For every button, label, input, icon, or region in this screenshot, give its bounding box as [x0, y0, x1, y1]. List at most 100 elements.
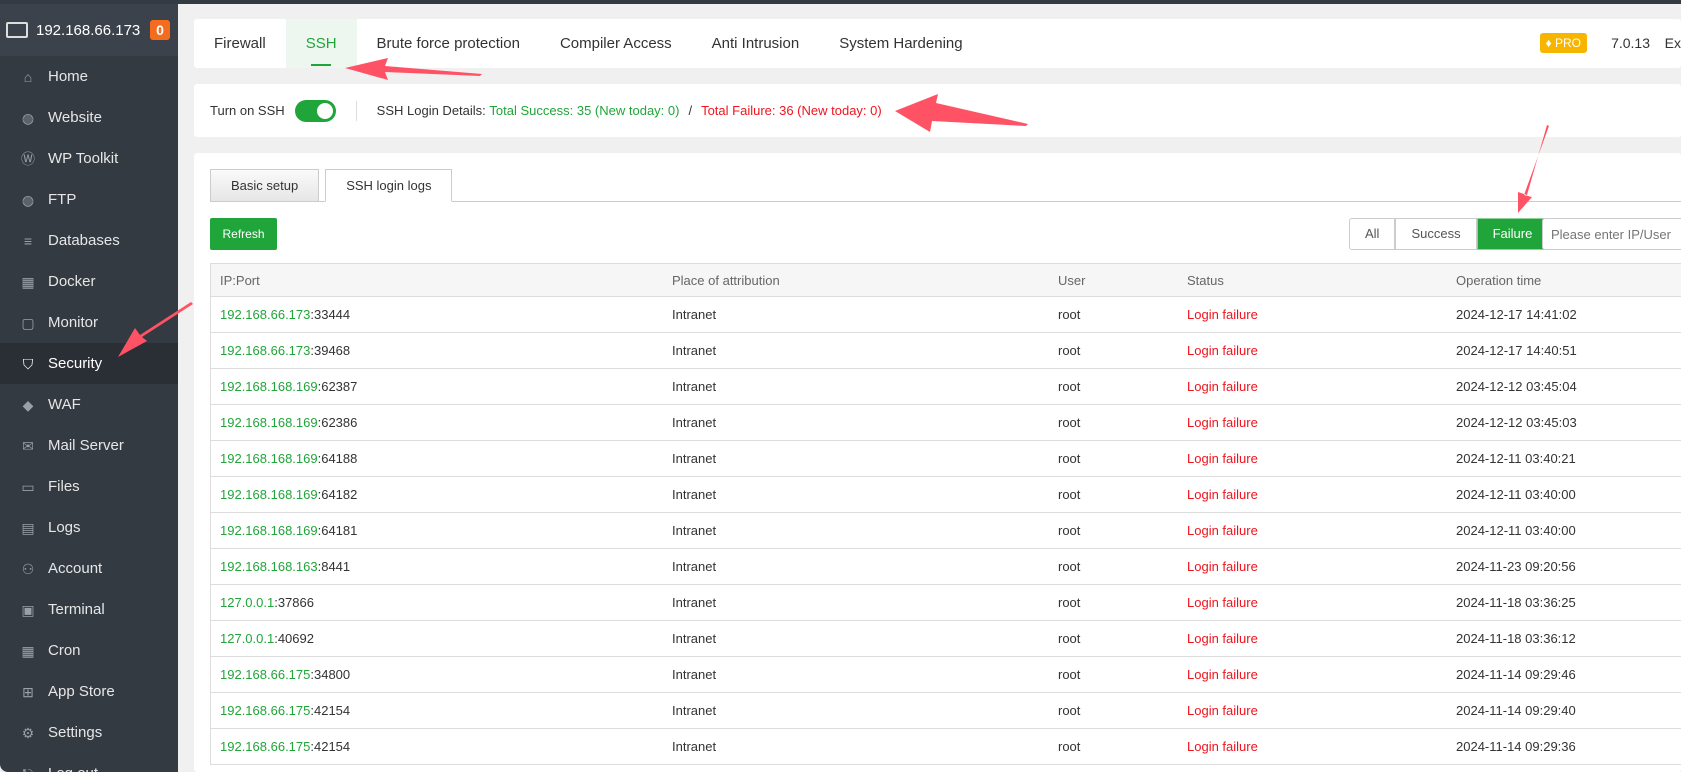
waf-shield-icon: ◆ [22, 396, 34, 413]
sidebar-item-home[interactable]: ⌂ Home [0, 56, 178, 97]
filter-all-button[interactable]: All [1349, 218, 1396, 250]
port: :64181 [317, 523, 358, 538]
sidebar-item-website[interactable]: ◍ Website [0, 97, 178, 138]
ip-address[interactable]: 192.168.66.173 [220, 343, 310, 358]
ip-address[interactable]: 192.168.168.169 [220, 379, 318, 394]
sidebar-item-label: Website [48, 109, 102, 126]
ip-address[interactable]: 192.168.168.169 [220, 451, 318, 466]
table-row: 192.168.66.173:39468 Intranet root Login… [211, 333, 1681, 369]
home-icon: ⌂ [23, 68, 33, 85]
sidebar-item-log-out[interactable]: ⎋ Log out [0, 753, 178, 772]
status: Login failure [1187, 559, 1258, 574]
user: root [1058, 703, 1081, 718]
ip-address[interactable]: 192.168.168.169 [220, 415, 318, 430]
sidebar-item-mail-server[interactable]: ✉ Mail Server [0, 425, 178, 466]
sidebar-item-wp-toolkit[interactable]: Ⓦ WP Toolkit [0, 138, 178, 179]
sidebar-item-label: Settings [48, 724, 103, 741]
database-icon: ≡ [23, 232, 33, 249]
ip-address[interactable]: 192.168.168.163 [220, 559, 318, 574]
sidebar-item-label: Mail Server [48, 437, 124, 454]
user: root [1058, 523, 1081, 538]
filter-failure-button[interactable]: Failure [1476, 218, 1549, 250]
sidebar-item-waf[interactable]: ◆ WAF [0, 384, 178, 425]
port: :64188 [317, 451, 358, 466]
ip-address[interactable]: 192.168.66.175 [220, 703, 310, 718]
operation-time: 2024-11-18 03:36:12 [1456, 631, 1576, 646]
folder-icon: ▭ [21, 478, 35, 495]
sidebar-item-docker[interactable]: ▦ Docker [0, 261, 178, 302]
status: Login failure [1187, 739, 1258, 754]
logs-icon: ▤ [21, 519, 35, 536]
table-header: IP:Port Place of attribution User Status… [211, 263, 1681, 297]
tab-anti-intrusion[interactable]: Anti Intrusion [692, 19, 820, 68]
ip-address[interactable]: 192.168.168.169 [220, 523, 318, 538]
ip-address[interactable]: 192.168.168.169 [220, 487, 318, 502]
table-row: 192.168.168.163:8441 Intranet root Login… [211, 549, 1681, 585]
place: Intranet [672, 523, 717, 538]
header-extra[interactable]: Ex [1665, 35, 1681, 51]
ip-address[interactable]: 192.168.66.175 [220, 739, 310, 754]
pro-badge[interactable]: ♦ PRO [1539, 33, 1587, 53]
sidebar-item-account[interactable]: ⚇ Account [0, 548, 178, 589]
operation-time: 2024-12-11 03:40:00 [1456, 523, 1576, 538]
sidebar-item-settings[interactable]: ⚙ Settings [0, 712, 178, 753]
sidebar-item-ftp[interactable]: ◍ FTP [0, 179, 178, 220]
ssh-details-label: SSH Login Details: [376, 103, 486, 118]
apps-icon: ⊞ [22, 683, 34, 700]
status: Login failure [1187, 631, 1258, 646]
tab-basic-setup[interactable]: Basic setup [210, 169, 320, 202]
col-place: Place of attribution [672, 272, 780, 288]
refresh-button[interactable]: Refresh [210, 218, 277, 250]
tab-system-hardening[interactable]: System Hardening [819, 19, 982, 68]
sidebar-item-label: WAF [48, 396, 81, 413]
server-header[interactable]: 192.168.66.173 0 [0, 4, 178, 56]
tab-ssh[interactable]: SSH [285, 19, 357, 68]
operation-time: 2024-12-12 03:45:03 [1456, 415, 1577, 430]
sidebar-item-databases[interactable]: ≡ Databases [0, 220, 178, 261]
sidebar-item-app-store[interactable]: ⊞ App Store [0, 671, 178, 712]
sidebar-item-logs[interactable]: ▤ Logs [0, 507, 178, 548]
ssh-toggle[interactable] [294, 99, 336, 122]
tab-brute-force-protection[interactable]: Brute force protection [357, 19, 540, 68]
table-row: 192.168.168.169:64182 Intranet root Logi… [211, 477, 1681, 513]
sidebar-item-monitor[interactable]: ▢ Monitor [0, 302, 178, 343]
port: :42154 [310, 703, 351, 718]
sidebar-item-label: Logs [48, 519, 81, 536]
place: Intranet [672, 451, 717, 466]
port: :42154 [310, 739, 351, 754]
sidebar-item-files[interactable]: ▭ Files [0, 466, 178, 507]
window-top-border [0, 0, 1681, 4]
user: root [1058, 595, 1081, 610]
col-ip-port: IP:Port [220, 272, 260, 288]
status: Login failure [1187, 523, 1258, 538]
ip-address[interactable]: 192.168.66.175 [220, 667, 310, 682]
ssh-failure-count: Total Failure: 36 (New today: 0) [701, 103, 882, 118]
ip-address[interactable]: 127.0.0.1 [220, 595, 274, 610]
status: Login failure [1187, 343, 1258, 358]
sidebar-item-cron[interactable]: ▦ Cron [0, 630, 178, 671]
security-tabs: Firewall SSH Brute force protection Compile… [194, 19, 1681, 68]
version: 7.0.13 [1611, 35, 1650, 51]
tab-firewall[interactable]: Firewall [194, 19, 286, 68]
user: root [1058, 631, 1081, 646]
user: root [1058, 415, 1081, 430]
sidebar-item-label: Monitor [48, 314, 99, 331]
col-operation-time: Operation time [1456, 272, 1542, 288]
status: Login failure [1187, 595, 1258, 610]
col-user: User [1058, 272, 1086, 288]
notification-badge[interactable]: 0 [150, 20, 170, 40]
filter-success-button[interactable]: Success [1395, 218, 1477, 250]
ip-address[interactable]: 127.0.0.1 [220, 631, 274, 646]
place: Intranet [672, 703, 717, 718]
ip-address[interactable]: 192.168.66.173 [220, 307, 310, 322]
sidebar-item-terminal[interactable]: ▣ Terminal [0, 589, 178, 630]
sidebar-item-label: App Store [48, 683, 115, 700]
sidebar-item-security[interactable]: ⛉ Security [0, 343, 178, 384]
search-input[interactable] [1542, 218, 1681, 250]
operation-time: 2024-11-23 09:20:56 [1456, 559, 1576, 574]
ssh-success-count: Total Success: 35 (New today: 0) [489, 103, 680, 118]
tab-ssh-login-logs[interactable]: SSH login logs [325, 169, 453, 202]
status: Login failure [1187, 415, 1258, 430]
tab-compiler-access[interactable]: Compiler Access [540, 19, 692, 68]
port: :40692 [274, 631, 314, 646]
